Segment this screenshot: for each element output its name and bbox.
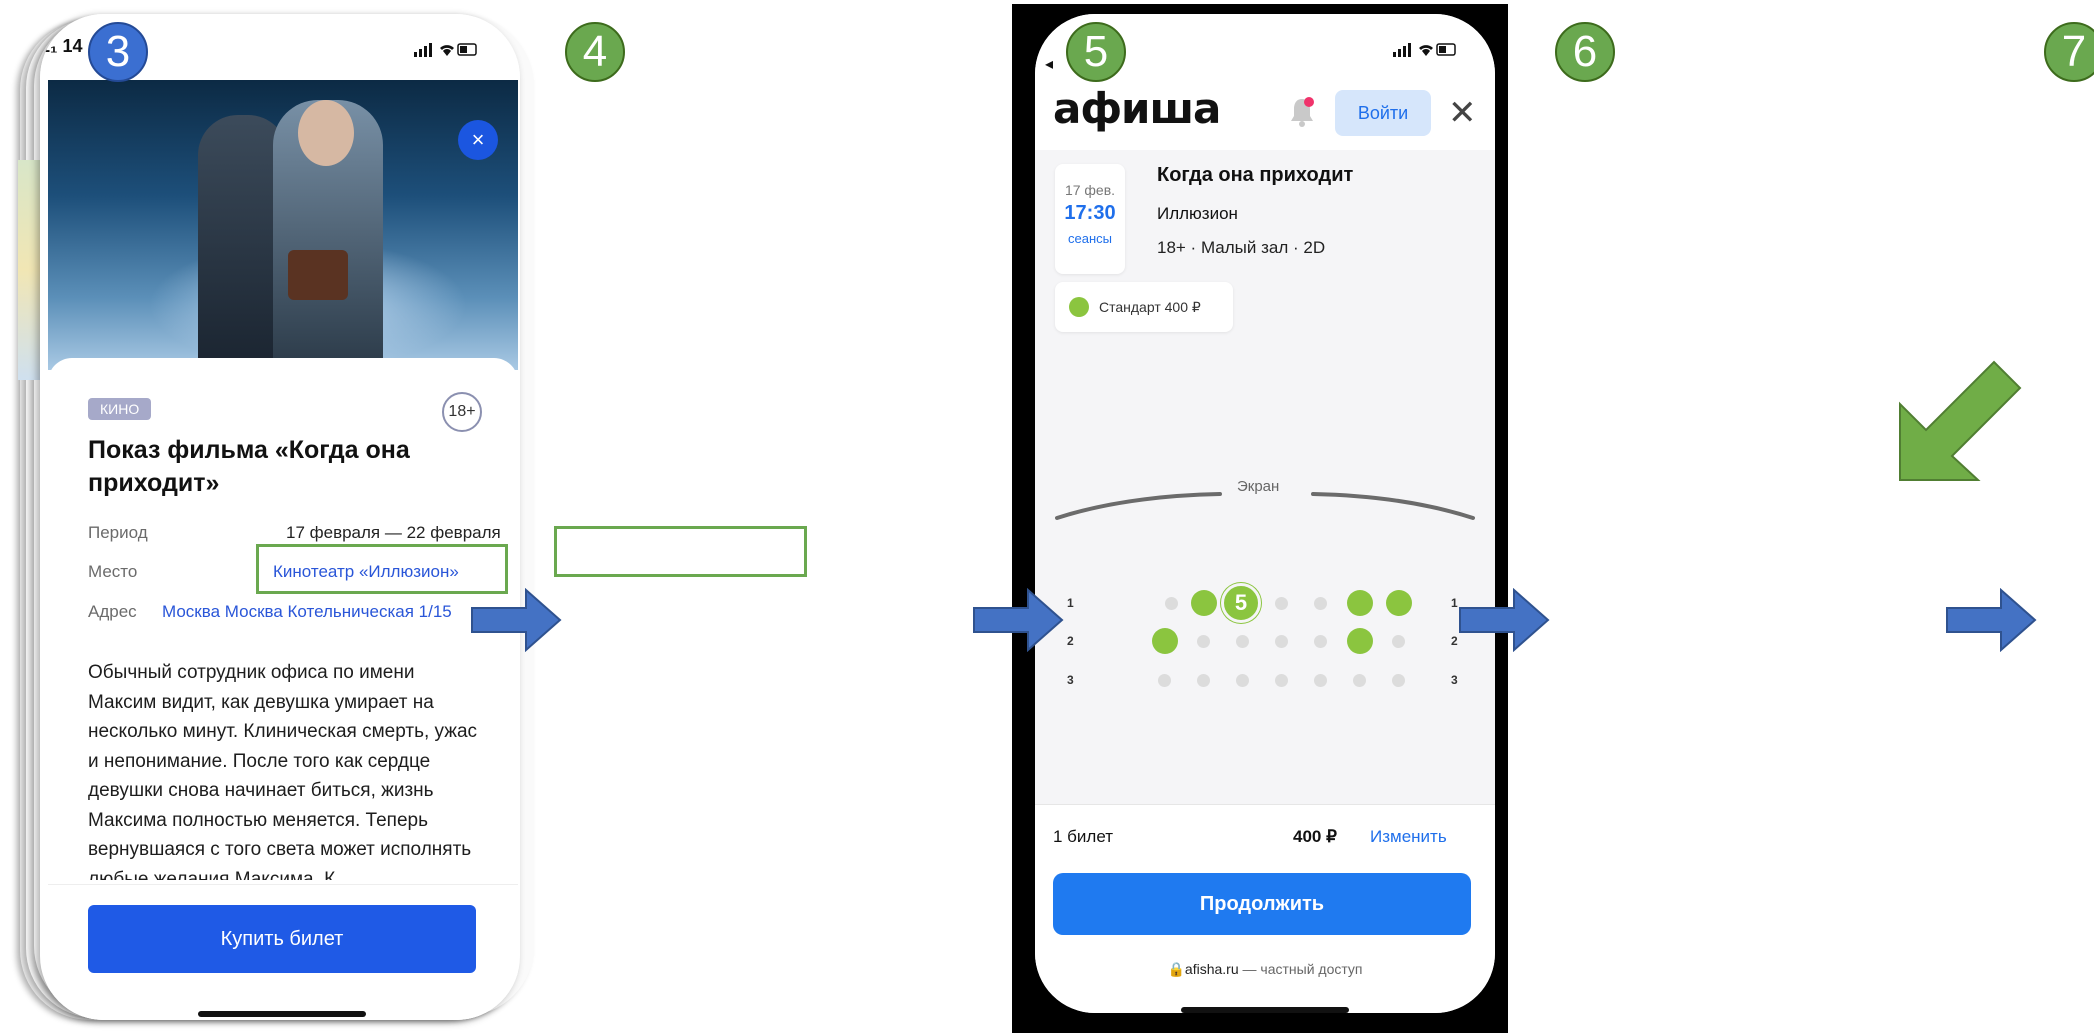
seat-available[interactable] <box>1191 590 1217 616</box>
seat-taken <box>1314 674 1327 687</box>
ticket-count: 1 билет <box>1053 827 1114 846</box>
signal-icon <box>414 43 477 57</box>
status-time: 1₁ 14 <box>40 36 83 56</box>
status-icons <box>1393 43 1456 57</box>
change-link[interactable]: Изменить <box>1370 827 1447 847</box>
seat-available[interactable] <box>1386 590 1412 616</box>
session-date-card[interactable]: 17 фев. 17:30 сеансы <box>1055 164 1125 274</box>
arrow-down-left-icon <box>1899 360 2022 481</box>
event-card: КИНО 18+ Показ фильма «Когда она приходи… <box>48 358 518 1020</box>
sessions-link[interactable]: сеансы <box>1055 231 1125 246</box>
seat-taken <box>1275 674 1288 687</box>
row-number: 2 <box>1451 634 1458 648</box>
step-badge-5: 5 <box>1066 22 1126 82</box>
seat-available[interactable] <box>1152 628 1178 654</box>
row-number: 3 <box>1067 673 1074 687</box>
period-value: 17 февраля — 22 февраля <box>286 523 501 542</box>
event-detail-phone: 1₁ 14 × КИНО 18+ Показ фильма «Когда она… <box>40 14 520 1020</box>
arrow-right-icon <box>1459 588 1550 652</box>
seat-selected[interactable]: 5 <box>1221 583 1261 623</box>
seat-taken <box>1236 674 1249 687</box>
footer-text: — частный доступ <box>1238 961 1363 977</box>
step-badge-6: 6 <box>1555 22 1615 82</box>
step-badge-7: 7 <box>2044 22 2094 82</box>
venue-name: Иллюзион <box>1157 204 1238 223</box>
price-chip-label: Стандарт 400 ₽ <box>1099 298 1201 315</box>
session-date: 17 фев. <box>1064 182 1116 198</box>
event-meta: 18+ · Малый зал · 2D <box>1157 238 1326 257</box>
home-indicator <box>198 1011 366 1017</box>
row-number: 2 <box>1067 634 1074 648</box>
screen-label: Экран <box>1237 478 1280 495</box>
seat-taken <box>1314 597 1327 610</box>
seat-taken <box>1392 635 1405 648</box>
poster-bag <box>288 250 348 300</box>
price-dot <box>1069 297 1089 317</box>
home-indicator <box>1181 1007 1349 1013</box>
lock-icon: 🔒 <box>1167 961 1185 977</box>
empty-highlight-box <box>554 526 807 577</box>
seat-taken <box>1314 635 1327 648</box>
seat-taken <box>1275 635 1288 648</box>
seat-taken <box>1197 635 1210 648</box>
seat-taken <box>1197 674 1210 687</box>
step-badge-3: 3 <box>88 22 148 82</box>
seat-taken <box>1236 635 1249 648</box>
step-badge-4: 4 <box>565 22 625 82</box>
seat-taken <box>1392 674 1405 687</box>
row-number: 3 <box>1451 673 1458 687</box>
continue-button[interactable]: Продолжить <box>1053 873 1471 935</box>
close-icon[interactable]: × <box>458 120 498 160</box>
row-number: 1 <box>1451 596 1458 610</box>
seat-available[interactable] <box>1347 590 1373 616</box>
bottom-bar: Купить билет <box>48 884 518 1020</box>
address-link[interactable]: Москва Москва Котельническая 1/15 <box>162 602 452 622</box>
category-tag: КИНО <box>88 398 152 420</box>
highlight-box <box>256 544 508 594</box>
row-number: 1 <box>1067 596 1074 610</box>
age-rating-badge: 18+ <box>442 392 482 432</box>
seat-available[interactable] <box>1347 628 1373 654</box>
site-footer: 🔒afisha.ru — частный доступ <box>1035 961 1495 978</box>
event-description: Обычный сотрудник офиса по имени Максим … <box>88 662 478 880</box>
movie-poster: × <box>48 80 518 370</box>
buy-ticket-button[interactable]: Купить билет <box>88 905 476 973</box>
afisha-logo[interactable]: афиша <box>1053 84 1221 133</box>
seat-selection-phone: ◂ афиша Войти ✕ 17 фев. 17:30 сеансы Ког… <box>1035 14 1495 1013</box>
footer-site[interactable]: afisha.ru <box>1185 961 1239 977</box>
login-button[interactable]: Войти <box>1335 90 1431 136</box>
seat-taken <box>1275 597 1288 610</box>
period-label: Период <box>88 523 148 542</box>
back-icon[interactable]: ◂ <box>1045 54 1053 74</box>
price-category-chip[interactable]: Стандарт 400 ₽ <box>1055 282 1233 332</box>
checkout-bar: 1 билет 400 ₽ Изменить Продолжить 🔒afish… <box>1035 804 1495 1013</box>
event-title: Показ фильма «Когда она приходит» <box>88 436 410 497</box>
session-time: 17:30 <box>1064 202 1116 224</box>
seat-taken <box>1165 597 1178 610</box>
total-price: 400 ₽ <box>1293 827 1337 846</box>
arrow-right-icon <box>471 588 562 652</box>
arrow-right-icon <box>973 588 1064 652</box>
close-icon[interactable]: ✕ <box>1448 96 1477 130</box>
seat-taken <box>1158 674 1171 687</box>
seat-taken <box>1353 674 1366 687</box>
address-label: Адрес <box>88 602 137 621</box>
bell-icon[interactable] <box>1288 96 1316 128</box>
poster-face <box>298 100 354 166</box>
place-label: Место <box>88 562 138 581</box>
event-title: Когда она приходит <box>1157 164 1354 186</box>
arrow-right-icon <box>1946 588 2037 652</box>
